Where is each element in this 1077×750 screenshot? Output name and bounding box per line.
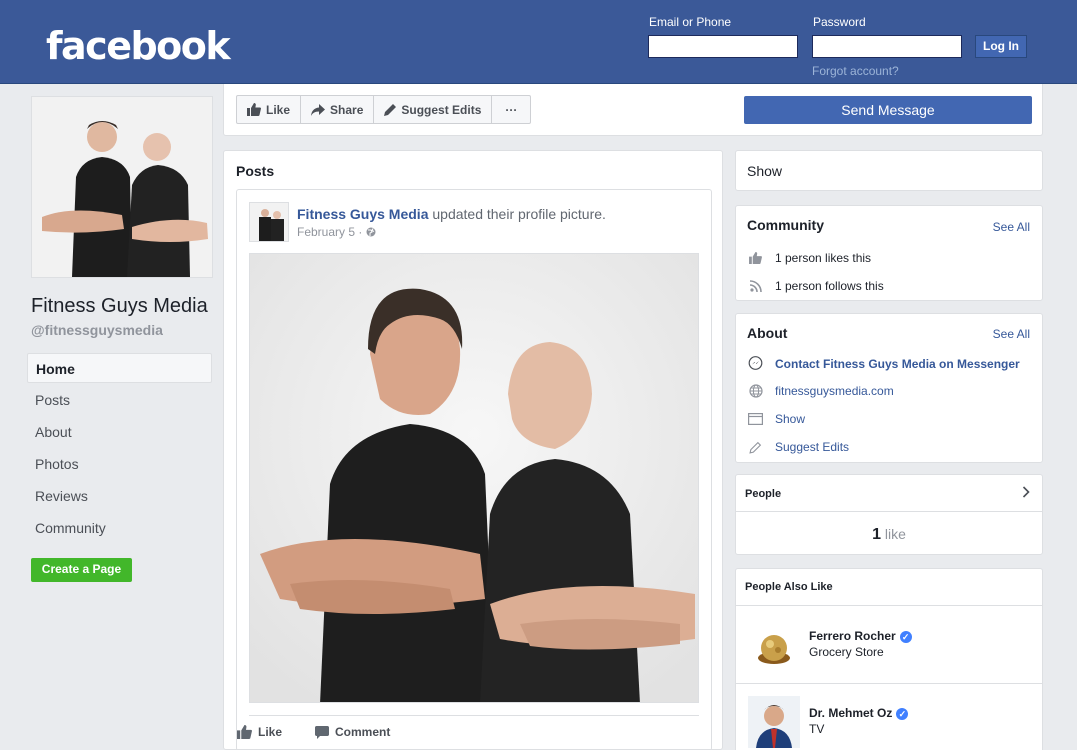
pencil-icon: [749, 441, 762, 454]
people-title[interactable]: People: [745, 488, 781, 500]
post-divider: [249, 715, 699, 716]
show-label: Show: [747, 163, 783, 179]
dr-oz-avatar[interactable]: [748, 696, 800, 748]
people-also-like-title: People Also Like: [745, 581, 833, 593]
window-icon: [748, 413, 763, 425]
share-arrow-icon: [311, 103, 326, 116]
thumbs-up-icon: [237, 725, 252, 739]
about-suggest-row[interactable]: Suggest Edits: [747, 440, 849, 454]
messenger-link[interactable]: Contact Fitness Guys Media on Messenger: [775, 357, 1020, 371]
dr-oz-name-row: Dr. Mehmet Oz ✓: [809, 706, 909, 720]
ferrero-rocher-category: Grocery Store: [809, 645, 884, 659]
thumbs-up-icon: [749, 252, 762, 264]
nav-community[interactable]: Community: [27, 513, 212, 543]
forgot-account-link[interactable]: Forgot account?: [812, 64, 899, 78]
suggest-edits-label: Suggest Edits: [401, 102, 482, 117]
follows-count-text: 1 person follows this: [775, 279, 884, 293]
create-page-button[interactable]: Create a Page: [31, 558, 132, 582]
top-bar: facebook Email or Phone Password Log In …: [0, 0, 1077, 84]
page-name[interactable]: Fitness Guys Media: [31, 295, 208, 318]
post: Fitness Guys Media updated their profile…: [236, 189, 712, 750]
post-avatar[interactable]: [249, 202, 289, 242]
rss-icon: [749, 280, 762, 292]
people-count-number: 1: [872, 526, 881, 543]
nav-about[interactable]: About: [27, 417, 212, 447]
community-title: Community: [747, 217, 824, 233]
pencil-icon: [384, 103, 397, 116]
messenger-icon: [748, 356, 763, 370]
action-button-group: Like Share Suggest Edits ···: [236, 95, 532, 124]
post-like-label: Like: [258, 725, 283, 739]
share-label: Share: [330, 102, 364, 117]
globe-icon: [366, 227, 376, 237]
about-see-all-link[interactable]: See All: [993, 327, 1030, 341]
ferrero-rocher-avatar[interactable]: [748, 622, 800, 674]
password-field[interactable]: [812, 35, 962, 58]
nav-posts[interactable]: Posts: [27, 385, 212, 415]
posts-card: Posts Fitness Guys Media updated their p…: [223, 150, 723, 750]
ferrero-rocher-name[interactable]: Ferrero Rocher: [809, 629, 896, 643]
send-message-button[interactable]: Send Message: [744, 96, 1032, 124]
page-action-bar: Like Share Suggest Edits ··· Send Messag…: [223, 84, 1043, 136]
thumbs-up-icon: [247, 103, 261, 116]
verified-badge-icon: ✓: [899, 630, 912, 643]
likes-count-text: 1 person likes this: [775, 251, 872, 265]
like-page-button[interactable]: Like: [237, 96, 302, 123]
post-date[interactable]: February 5 ·: [297, 225, 366, 239]
chevron-right-icon[interactable]: [1022, 486, 1030, 498]
post-photo[interactable]: [249, 253, 699, 703]
more-options-button[interactable]: ···: [492, 96, 530, 123]
about-show-link[interactable]: Show: [775, 412, 805, 426]
password-label: Password: [813, 15, 866, 29]
community-see-all-link[interactable]: See All: [993, 220, 1030, 234]
about-title: About: [747, 325, 788, 341]
post-author-link[interactable]: Fitness Guys Media: [297, 206, 428, 222]
people-count-label: like: [884, 526, 906, 542]
post-comment-label: Comment: [335, 725, 391, 739]
post-action-text: updated their profile picture.: [432, 206, 606, 222]
post-like-button[interactable]: Like: [237, 722, 282, 742]
login-button[interactable]: Log In: [975, 35, 1027, 58]
facebook-logo[interactable]: facebook: [46, 24, 231, 68]
nav-home[interactable]: Home: [27, 353, 212, 383]
posts-title: Posts: [236, 163, 275, 179]
dr-oz-name[interactable]: Dr. Mehmet Oz: [809, 706, 892, 720]
also-like-divider: [736, 605, 1042, 606]
people-like-count: 1 like: [736, 526, 1042, 544]
people-card: People 1 like: [735, 474, 1043, 555]
page-handle[interactable]: @fitnessguysmedia: [31, 322, 163, 338]
post-meta: February 5 ·: [297, 225, 376, 239]
about-suggest-link[interactable]: Suggest Edits: [775, 440, 849, 454]
messenger-row[interactable]: Contact Fitness Guys Media on Messenger: [747, 356, 1020, 371]
verified-badge-icon: ✓: [896, 707, 909, 720]
nav-reviews[interactable]: Reviews: [27, 481, 212, 511]
community-card: Community See All 1 person likes this 1 …: [735, 205, 1043, 301]
email-label: Email or Phone: [649, 15, 732, 29]
comment-icon: [315, 725, 329, 739]
ferrero-rocher-name-row: Ferrero Rocher ✓: [809, 629, 912, 643]
share-button[interactable]: Share: [301, 96, 375, 123]
email-field[interactable]: [648, 35, 798, 58]
also-like-divider-2: [736, 683, 1042, 684]
people-also-like-card: People Also Like Ferrero Rocher ✓ Grocery…: [735, 568, 1043, 750]
suggest-edits-button[interactable]: Suggest Edits: [374, 96, 493, 123]
post-header: Fitness Guys Media updated their profile…: [297, 206, 606, 222]
globe-icon: [748, 384, 763, 398]
show-card[interactable]: Show: [735, 150, 1043, 191]
nav-photos[interactable]: Photos: [27, 449, 212, 479]
website-link[interactable]: fitnessguysmedia.com: [775, 384, 894, 398]
dr-oz-category: TV: [809, 722, 825, 736]
profile-picture[interactable]: [31, 96, 213, 278]
about-card: About See All Contact Fitness Guys Media…: [735, 313, 1043, 463]
post-comment-button[interactable]: Comment: [315, 722, 390, 742]
about-show-row[interactable]: Show: [747, 412, 805, 426]
follows-row: 1 person follows this: [747, 279, 884, 293]
website-row[interactable]: fitnessguysmedia.com: [747, 384, 894, 398]
likes-row: 1 person likes this: [747, 251, 871, 265]
like-page-label: Like: [266, 102, 291, 117]
people-divider: [736, 511, 1042, 512]
